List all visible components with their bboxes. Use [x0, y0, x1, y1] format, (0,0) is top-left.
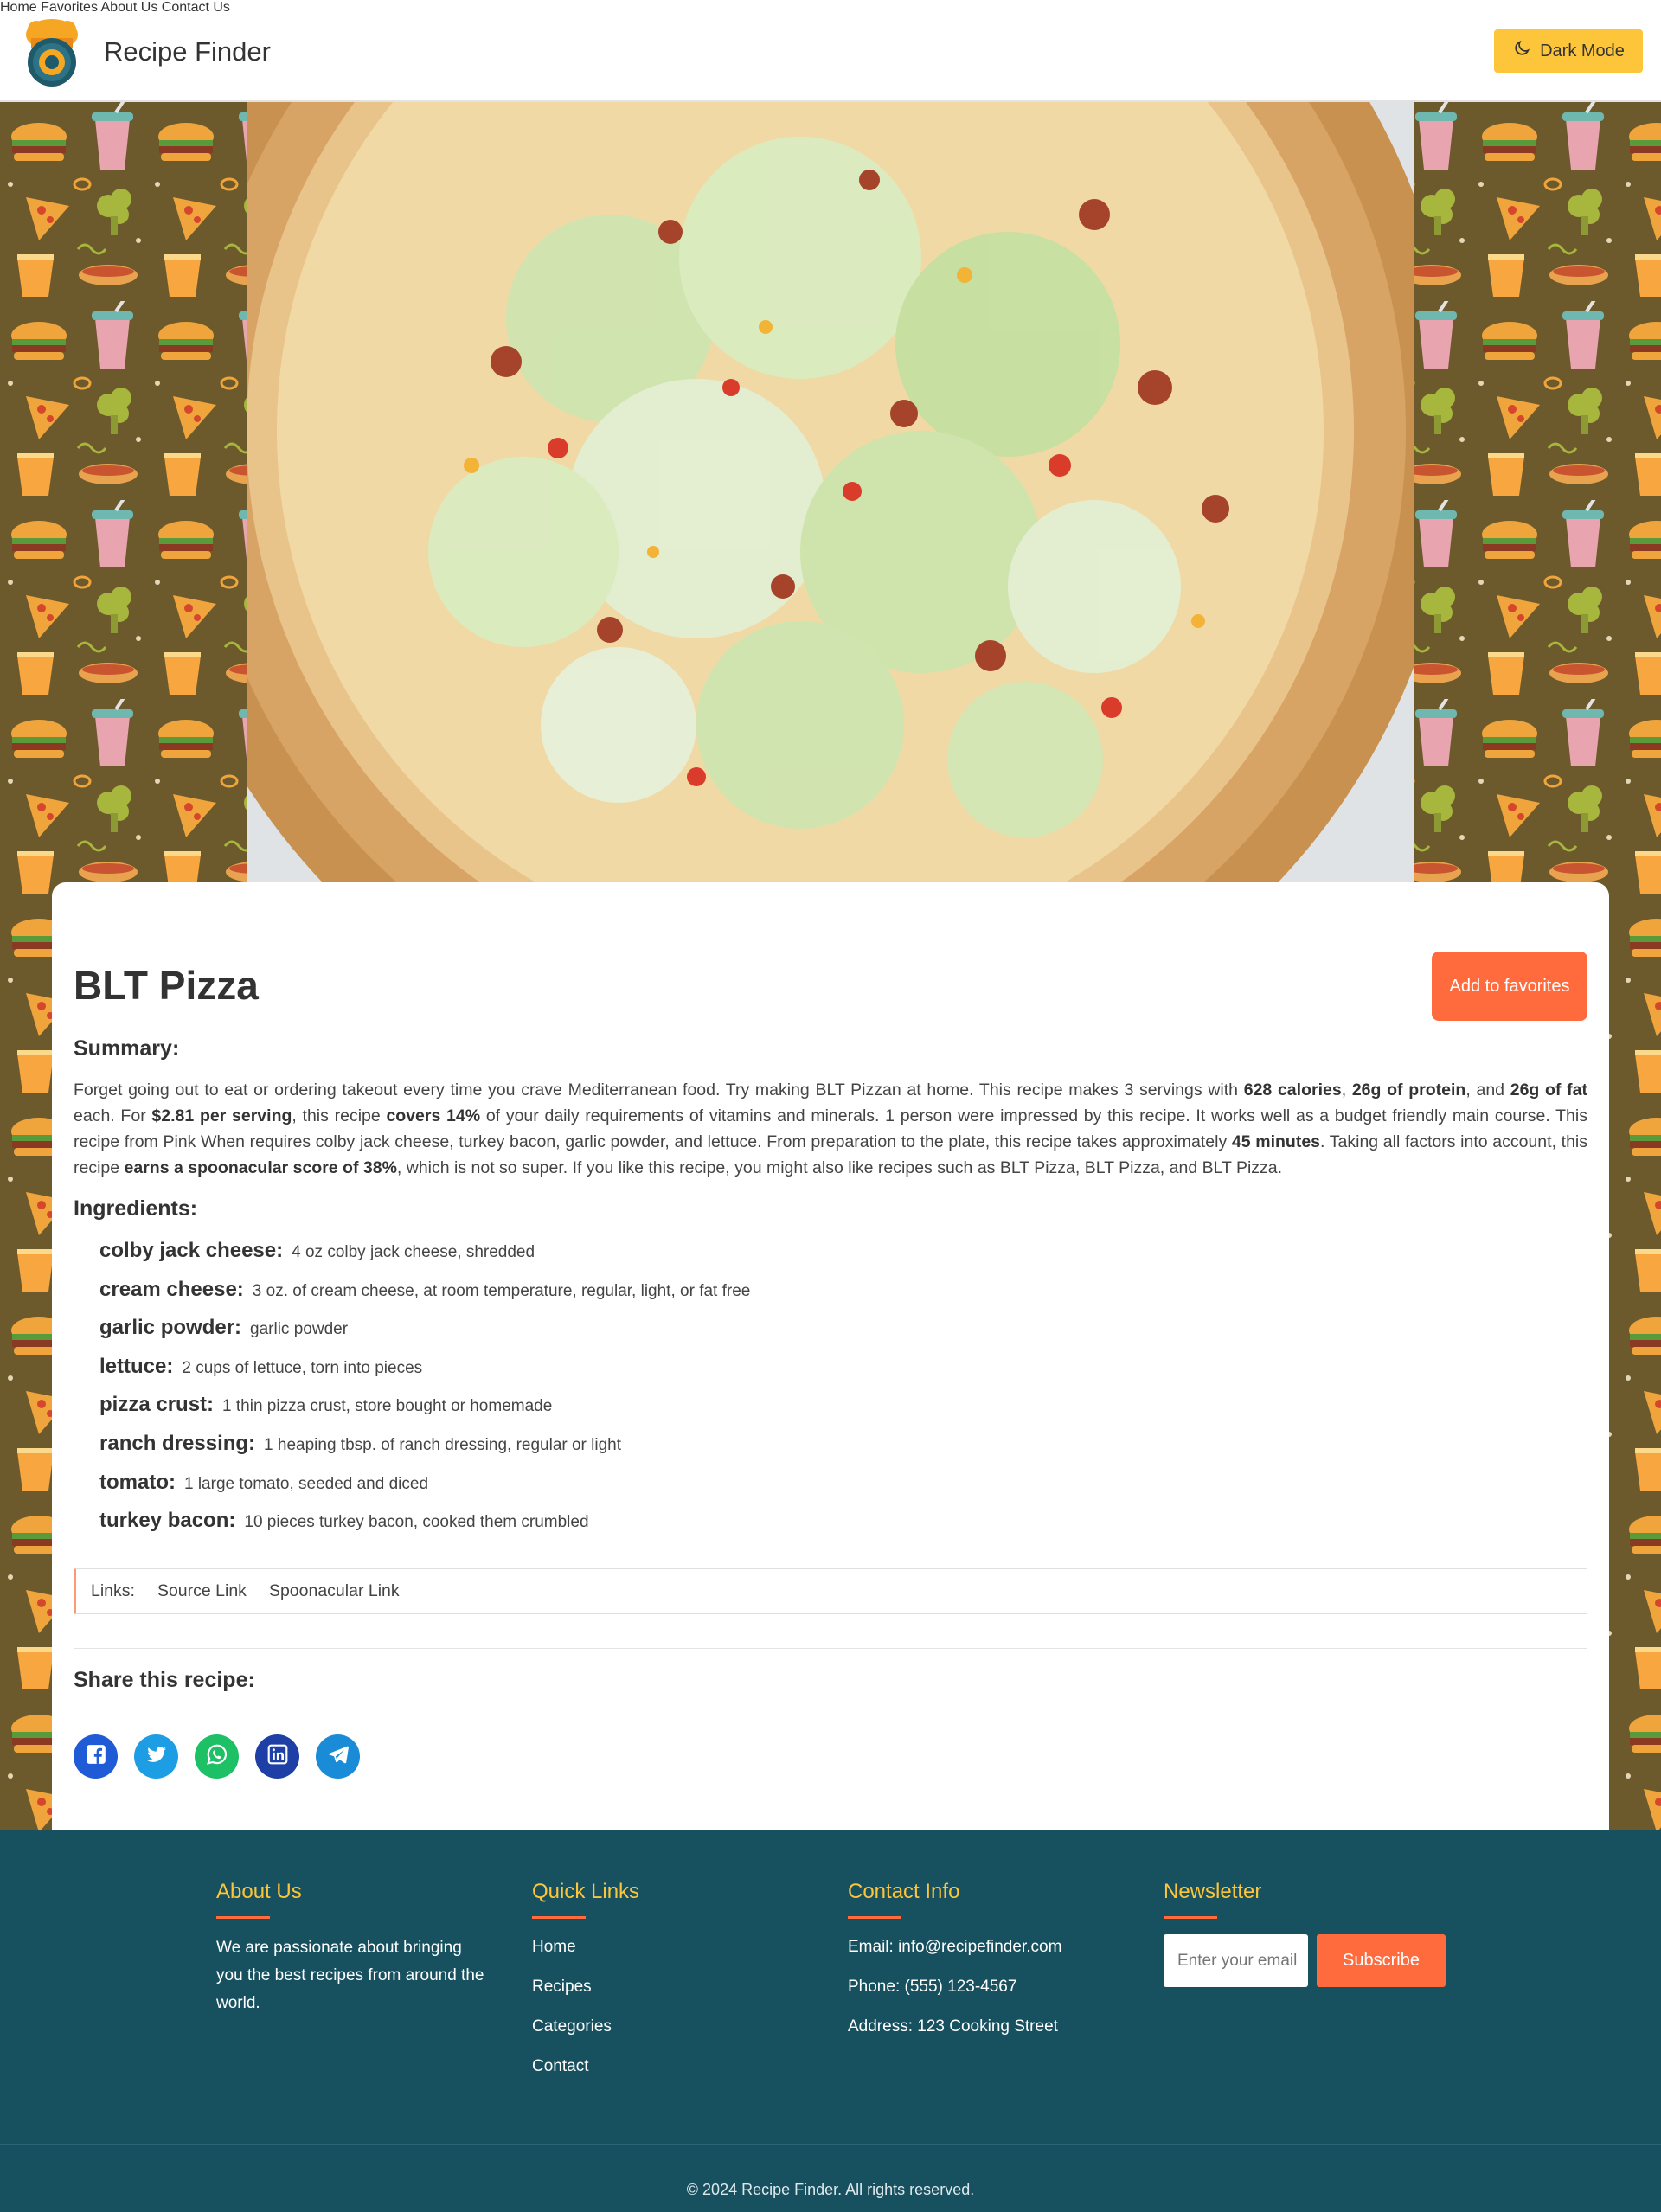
- ingredient-item: pizza crust: 1 thin pizza crust, store bo…: [99, 1393, 553, 1417]
- ingredient-item: ranch dressing: 1 heaping tbsp. of ranch …: [99, 1431, 622, 1455]
- newsletter-email-input[interactable]: [1164, 1934, 1308, 1987]
- share-linkedin-button[interactable]: [255, 1734, 299, 1779]
- summary-heading: Summary:: [74, 1036, 180, 1061]
- footer-quick-links: Quick Links Home Recipes Categories Cont…: [532, 1880, 800, 2093]
- moon-icon: [1512, 39, 1531, 63]
- share-heading: Share this recipe:: [74, 1668, 255, 1692]
- share-buttons: [74, 1734, 360, 1779]
- ingredient-item: colby jack cheese: 4 oz colby jack cheese…: [99, 1239, 535, 1262]
- share-telegram-button[interactable]: [316, 1734, 360, 1779]
- recipe-title: BLT Pizza: [74, 963, 259, 1008]
- recipe-summary: Forget going out to eat or ordering take…: [74, 1080, 1587, 1177]
- brand-name[interactable]: Recipe Finder: [104, 36, 271, 67]
- heading-underline: [848, 1916, 901, 1919]
- subscribe-button[interactable]: Subscribe: [1317, 1934, 1446, 1987]
- site-header: Recipe Finder Home Favorites About Us Co…: [0, 0, 1661, 102]
- ingredient-item: turkey bacon: 10 pieces turkey bacon, coo…: [99, 1509, 589, 1533]
- ingredient-item: lettuce: 2 cups of lettuce, torn into pie…: [99, 1354, 423, 1378]
- dark-mode-button[interactable]: Dark Mode: [1494, 29, 1643, 73]
- footer-newsletter: Newsletter Subscribe: [1164, 1880, 1458, 1987]
- source-link[interactable]: Source Link: [157, 1581, 247, 1601]
- footer-link-contact[interactable]: Contact: [532, 2054, 800, 2093]
- nav-favorites[interactable]: Favorites: [41, 0, 98, 15]
- footer-link-recipes[interactable]: Recipes: [532, 1974, 800, 2014]
- heading-underline: [1164, 1916, 1217, 1919]
- add-to-favorites-button[interactable]: Add to favorites: [1432, 952, 1587, 1021]
- chef-logo-icon[interactable]: [19, 16, 85, 88]
- links-label: Links:: [91, 1581, 135, 1600]
- heading-underline: [216, 1916, 270, 1919]
- telegram-icon: [327, 1743, 350, 1770]
- ingredient-item: cream cheese: 3 oz. of cream cheese, at r…: [99, 1277, 751, 1301]
- recipe-image: [247, 102, 1414, 882]
- copyright: © 2024 Recipe Finder. All rights reserve…: [686, 2181, 975, 2198]
- facebook-icon: [85, 1743, 107, 1770]
- footer-about: About Us We are passionate about bringin…: [216, 1880, 484, 2017]
- twitter-icon: [145, 1743, 168, 1770]
- ingredients-heading: Ingredients:: [74, 1196, 198, 1221]
- site-footer: About Us We are passionate about bringin…: [0, 1830, 1661, 2212]
- footer-link-categories[interactable]: Categories: [532, 2014, 800, 2054]
- footer-about-heading: About Us: [216, 1880, 302, 1903]
- footer-address: Address: 123 Cooking Street: [848, 2017, 1058, 2036]
- footer-newsletter-heading: Newsletter: [1164, 1880, 1262, 1903]
- ingredient-item: tomato: 1 large tomato, seeded and diced: [99, 1470, 429, 1494]
- ingredient-item: garlic powder: garlic powder: [99, 1316, 349, 1340]
- nav-about-us[interactable]: About Us: [101, 0, 158, 15]
- dark-mode-label: Dark Mode: [1540, 41, 1625, 61]
- linkedin-icon: [266, 1743, 289, 1770]
- ingredients-list: colby jack cheese: 4 oz colby jack cheese…: [99, 1239, 1570, 1548]
- spoonacular-link[interactable]: Spoonacular Link: [269, 1581, 400, 1601]
- heading-underline: [532, 1916, 586, 1919]
- footer-email: Email: info@recipefinder.com: [848, 1938, 1062, 1956]
- share-facebook-button[interactable]: [74, 1734, 118, 1779]
- divider: [74, 1648, 1587, 1649]
- share-whatsapp-button[interactable]: [195, 1734, 239, 1779]
- footer-about-text: We are passionate about bringing you the…: [216, 1939, 484, 2012]
- share-twitter-button[interactable]: [134, 1734, 178, 1779]
- newsletter-form: Subscribe: [1164, 1934, 1458, 1987]
- links-box: Links: Source Link Spoonacular Link: [74, 1568, 1587, 1614]
- footer-quick-heading: Quick Links: [532, 1880, 640, 1903]
- recipe-card: BLT Pizza Add to favorites Summary: Forg…: [52, 882, 1609, 1830]
- footer-phone: Phone: (555) 123-4567: [848, 1978, 1017, 1996]
- nav-contact-us[interactable]: Contact Us: [162, 0, 230, 15]
- nav-home[interactable]: Home: [0, 0, 37, 15]
- footer-contact-heading: Contact Info: [848, 1880, 960, 1903]
- whatsapp-icon: [206, 1743, 228, 1770]
- footer-link-home[interactable]: Home: [532, 1934, 800, 1974]
- footer-divider: [0, 2144, 1661, 2145]
- footer-contact: Contact Info Email: info@recipefinder.co…: [848, 1880, 1116, 2054]
